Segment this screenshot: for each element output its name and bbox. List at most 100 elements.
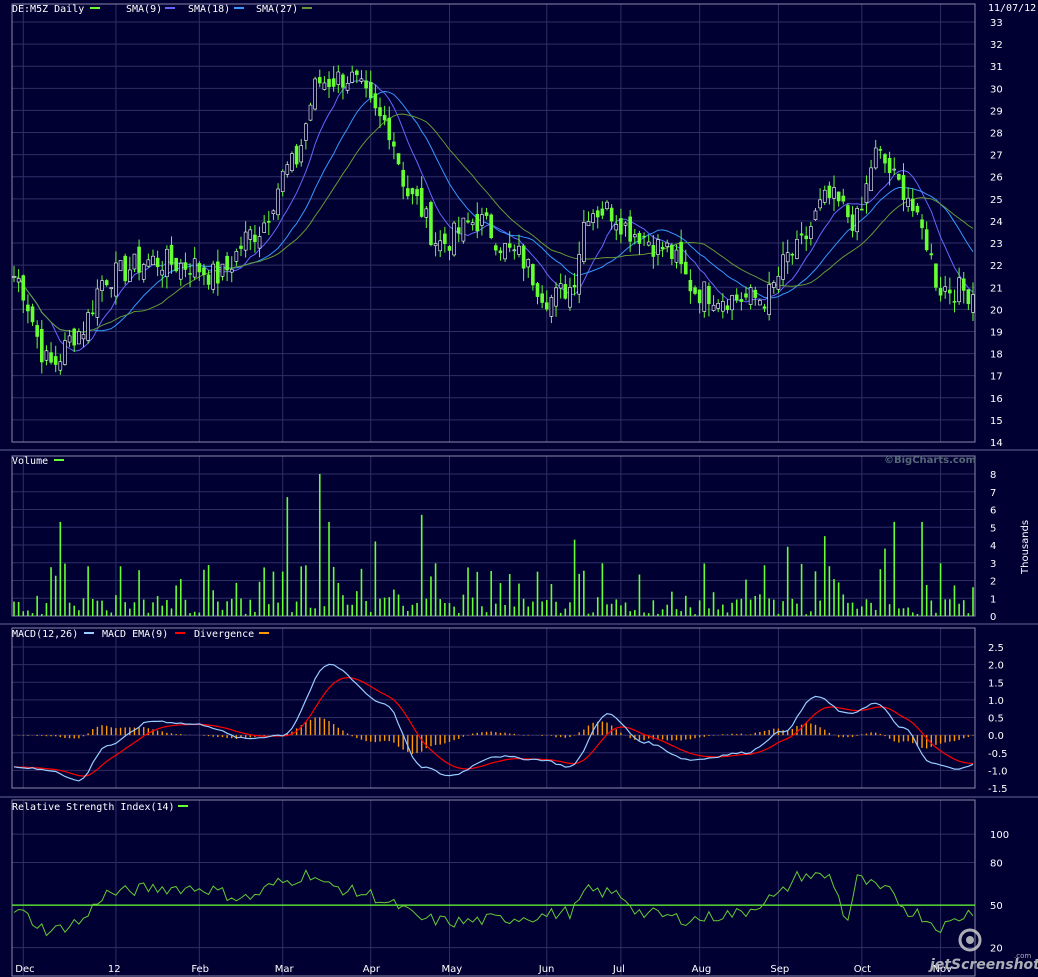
volume-label: Volume [12, 456, 48, 467]
candle-body [799, 233, 804, 236]
candle-body [915, 205, 920, 213]
candle-body [410, 188, 415, 195]
candle-body [586, 221, 591, 227]
candle-body [781, 254, 785, 280]
candle-body [822, 189, 827, 203]
candle-body [341, 74, 345, 88]
sma18-label: SMA(18) [188, 4, 230, 15]
volume-tick-label: 5 [990, 523, 996, 534]
candle-body [271, 210, 276, 214]
candle-body [12, 276, 16, 278]
candle-body [225, 255, 229, 271]
candle-body [90, 312, 95, 315]
month-label: Mar [275, 964, 295, 975]
candle-body [368, 81, 373, 99]
candle-body [415, 189, 419, 197]
candle-body [336, 71, 341, 85]
candle-body [948, 289, 952, 294]
candle-body [109, 287, 114, 290]
candle-body [503, 243, 507, 260]
rsi-tick-label: 20 [990, 944, 1003, 955]
candle-body [322, 82, 327, 90]
candle-body [642, 235, 646, 238]
candle-body [665, 242, 670, 247]
candle-body [850, 214, 855, 231]
candle-body [637, 233, 642, 244]
candle-body [813, 210, 818, 220]
candle-body [216, 261, 220, 284]
candle-body [679, 241, 683, 265]
candle-body [141, 264, 146, 280]
price-tick-label: 19 [990, 327, 1003, 338]
macd-tick-label: 0.5 [988, 714, 1004, 725]
candle-body [239, 245, 243, 249]
rsi-label: Relative Strength Index(14) [12, 802, 175, 813]
candle-body [605, 201, 609, 209]
candle-body [128, 269, 132, 282]
candle-body [910, 198, 915, 212]
candle-body [785, 252, 790, 263]
candle-body [966, 289, 971, 305]
price-tick-label: 14 [990, 438, 1003, 449]
candle-body [401, 169, 405, 187]
candle-body [906, 197, 910, 207]
candle-body [892, 168, 897, 171]
candle-body [568, 287, 572, 308]
macd-label: MACD(12,26) [12, 629, 78, 640]
bigcharts-watermark: ©BigCharts.com [884, 455, 976, 466]
candle-body [957, 277, 961, 303]
candle-body [86, 312, 90, 341]
candle-body [438, 240, 443, 252]
candle-body [206, 274, 211, 285]
candle-body [767, 284, 771, 315]
candle-body [651, 245, 656, 257]
candle-body [628, 216, 632, 242]
stock-chart: 1415161718192021222324252627282930313233… [0, 0, 1038, 977]
volume-tick-label: 8 [990, 470, 996, 481]
candle-body [331, 78, 336, 87]
candle-body [104, 280, 109, 286]
candle-body [776, 275, 781, 290]
candle-body [183, 262, 188, 270]
candle-body [795, 239, 799, 259]
volume-tick-label: 1 [990, 594, 996, 605]
candle-body [211, 263, 216, 290]
candle-body [424, 208, 429, 218]
candle-body [290, 153, 294, 171]
candle-body [262, 222, 266, 233]
candle-body [748, 287, 753, 305]
candle-body [711, 304, 716, 311]
candle-body [49, 352, 53, 363]
price-tick-label: 24 [990, 217, 1003, 228]
macd-ema-label: MACD EMA(9) [102, 629, 168, 640]
candle-body [609, 207, 614, 222]
candle-body [721, 301, 725, 312]
candle-body [725, 305, 730, 311]
candle-body [920, 219, 924, 229]
candle-body [67, 335, 72, 343]
macd-tick-label: -1.5 [988, 784, 1008, 795]
candle-body [197, 263, 202, 273]
month-label: Aug [692, 964, 712, 975]
price-tick-label: 26 [990, 173, 1003, 184]
candle-body [475, 213, 480, 232]
candle-body [118, 260, 123, 272]
candle-body [26, 304, 30, 312]
candle-body [313, 78, 317, 110]
rsi-tick-label: 100 [990, 830, 1009, 841]
candle-body [345, 83, 350, 91]
candle-body [276, 188, 280, 216]
candle-body [656, 239, 660, 255]
candle-body [521, 245, 526, 269]
candle-body [114, 262, 118, 297]
candle-body [873, 147, 878, 169]
candle-body [901, 175, 906, 200]
candle-body [480, 214, 484, 226]
candle-body [498, 250, 503, 254]
candle-body [507, 243, 512, 248]
candle-body [595, 210, 600, 218]
price-tick-label: 16 [990, 394, 1003, 405]
candle-body [924, 229, 929, 251]
volume-unit-label: Thousands [1020, 520, 1031, 575]
candle-body [452, 222, 456, 256]
